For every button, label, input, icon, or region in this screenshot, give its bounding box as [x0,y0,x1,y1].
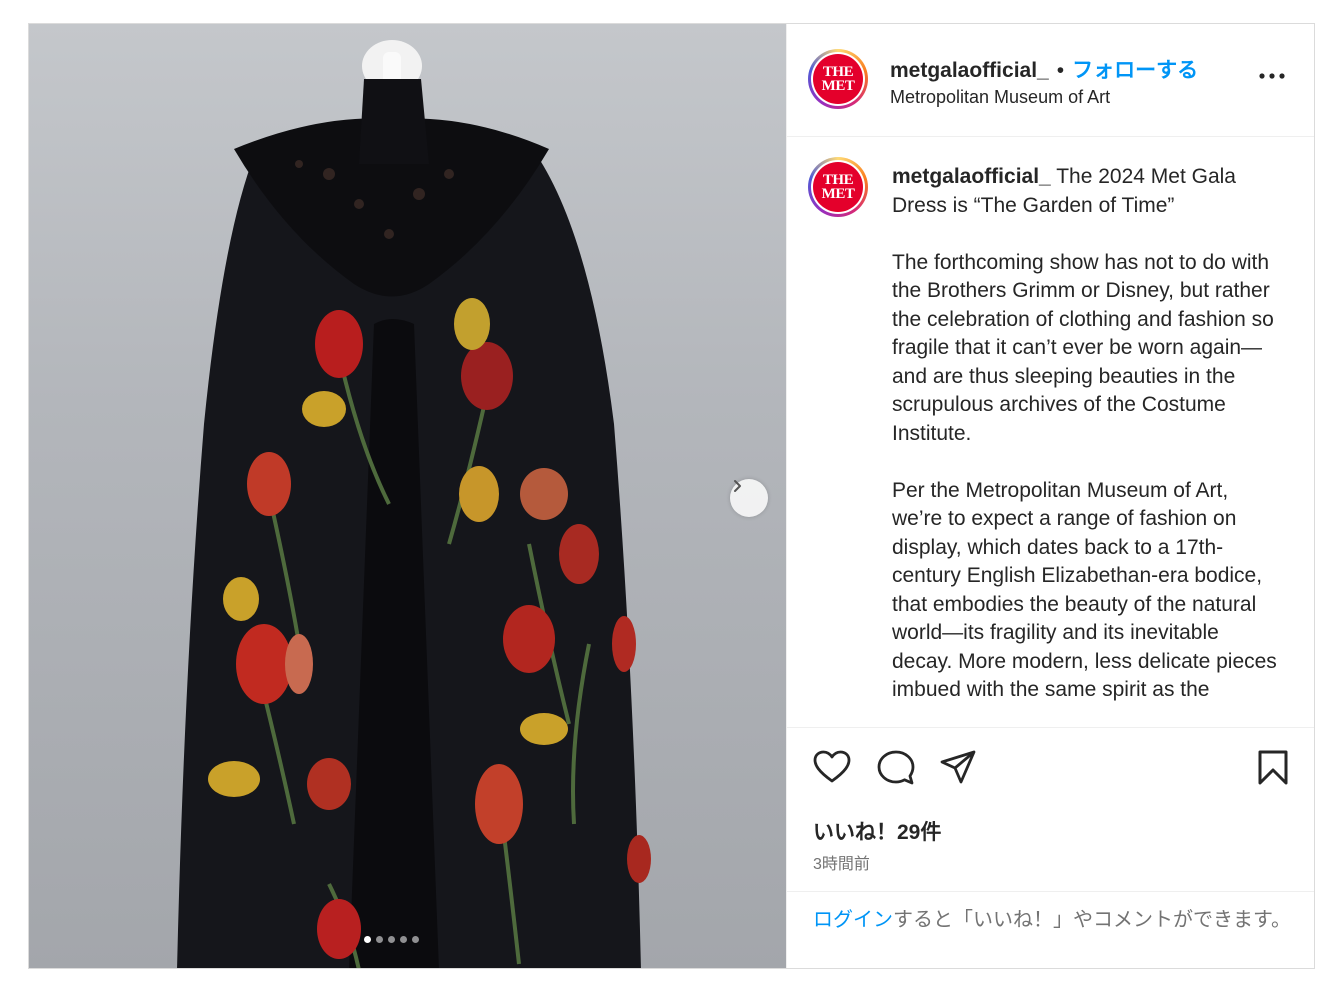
avatar[interactable]: THE MET [808,49,868,109]
more-options-button[interactable] [1259,66,1285,84]
comment-button[interactable] [877,750,915,791]
follow-button[interactable]: フォローする [1072,59,1198,82]
separator: • [1056,59,1065,82]
bookmark-icon [1257,750,1289,790]
caption-paragraph: Per the Metropolitan Museum of Art, we’r… [892,478,1277,702]
met-logo: THE MET [813,54,863,104]
heart-icon [813,750,851,788]
save-button[interactable] [1257,750,1289,791]
carousel-dot [400,936,407,943]
caption-text: metgalaofficial_ The 2024 Met Gala Dress… [892,163,1282,727]
carousel-dot [376,936,383,943]
action-bar [787,736,1314,796]
carousel-dot [364,936,371,943]
caption-avatar[interactable]: THE MET [808,157,868,217]
carousel-next-button[interactable] [730,479,768,517]
like-button[interactable] [813,750,851,789]
post-media[interactable] [29,24,786,968]
carousel-dot [388,936,395,943]
caption-area: THE MET metgalaofficial_ The 2024 Met Gal… [787,137,1314,728]
comment-icon [877,750,915,790]
share-button[interactable] [940,750,976,789]
username-link[interactable]: metgalaofficial_ [890,59,1049,82]
like-count[interactable]: いいね！29件 [813,816,941,846]
post-header: THE MET metgalaofficial_ • フォローする Metropoli… [787,24,1314,137]
instagram-post: THE MET metgalaofficial_ • フォローする Metropoli… [28,23,1315,969]
login-link[interactable]: ログイン [813,909,893,931]
carousel-indicator [364,936,419,943]
carousel-dot [412,936,419,943]
location-link[interactable]: Metropolitan Museum of Art [890,87,1110,108]
more-icon [1259,66,1285,83]
login-prompt-text: すると「いいね！」やコメントができます。 [893,909,1291,931]
login-prompt: ログインすると「いいね！」やコメントができます。 [787,891,1314,968]
caption-username[interactable]: metgalaofficial_ [892,165,1051,188]
post-side-panel: THE MET metgalaofficial_ • フォローする Metropoli… [786,24,1314,968]
paper-plane-icon [940,750,976,788]
met-logo: THE MET [813,162,863,212]
header-user-line: metgalaofficial_ • フォローする [890,54,1198,84]
post-timestamp: 3時間前 [813,856,870,873]
caption-paragraph: The forthcoming show has not to do with … [892,250,1274,445]
cape-photo [177,40,651,968]
